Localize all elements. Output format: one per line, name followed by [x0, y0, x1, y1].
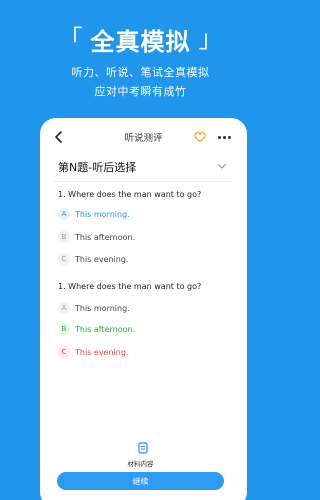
option-a[interactable]: A This morning. — [58, 301, 130, 315]
nav-bar: 听说测评 — [40, 118, 247, 156]
option-letter: B — [58, 323, 70, 335]
left-bracket: 「 — [58, 25, 83, 53]
option-b[interactable]: B This afternoon. — [58, 230, 135, 244]
option-letter: A — [58, 208, 70, 220]
option-text: This morning. — [75, 209, 130, 219]
question-text: 1. Where does the man want to go? — [58, 190, 202, 199]
more-icon[interactable] — [216, 131, 232, 143]
option-letter: B — [58, 231, 70, 243]
right-bracket: 」 — [198, 25, 223, 53]
promo-subtitle-1: 听力、听说、笔试全真模拟 — [71, 66, 210, 79]
option-letter: A — [58, 302, 70, 314]
more-dot — [217, 135, 221, 139]
more-dot — [222, 135, 226, 139]
option-text: This morning. — [75, 303, 130, 313]
document-icon — [138, 442, 148, 454]
option-c[interactable]: C This evening. — [58, 252, 128, 266]
option-a[interactable]: A This morning. — [58, 207, 130, 221]
chevron-down-icon[interactable] — [217, 161, 227, 171]
option-text: This afternoon. — [75, 324, 136, 334]
option-text: This evening. — [75, 347, 129, 357]
option-letter: C — [58, 253, 70, 265]
option-text: This afternoon. — [75, 232, 136, 242]
option-b[interactable]: B This afternoon. — [58, 322, 135, 336]
heart-icon[interactable] — [194, 131, 206, 143]
option-c[interactable]: C This evening. — [58, 345, 128, 359]
question-section-header[interactable]: 第N题-听后选择 — [40, 152, 247, 180]
material-label: 材料内容 — [127, 460, 154, 468]
section-title: 第N题-听后选择 — [58, 161, 137, 174]
promo-header: 「 全真模拟 」 听力、听说、笔试全真模拟 应对中考瞬有成竹 — [0, 0, 281, 120]
promo-title: 「 全真模拟 」 — [0, 24, 281, 56]
more-dot — [227, 135, 231, 139]
divider — [54, 181, 233, 182]
continue-button[interactable]: 继续 — [57, 472, 224, 490]
option-letter: C — [58, 346, 70, 358]
option-text: This evening. — [75, 254, 129, 264]
promo-subtitle-2: 应对中考瞬有成竹 — [94, 85, 187, 98]
promo-title-text: 全真模拟 — [90, 27, 191, 56]
question-text: 1. Where does the man want to go? — [58, 282, 202, 291]
